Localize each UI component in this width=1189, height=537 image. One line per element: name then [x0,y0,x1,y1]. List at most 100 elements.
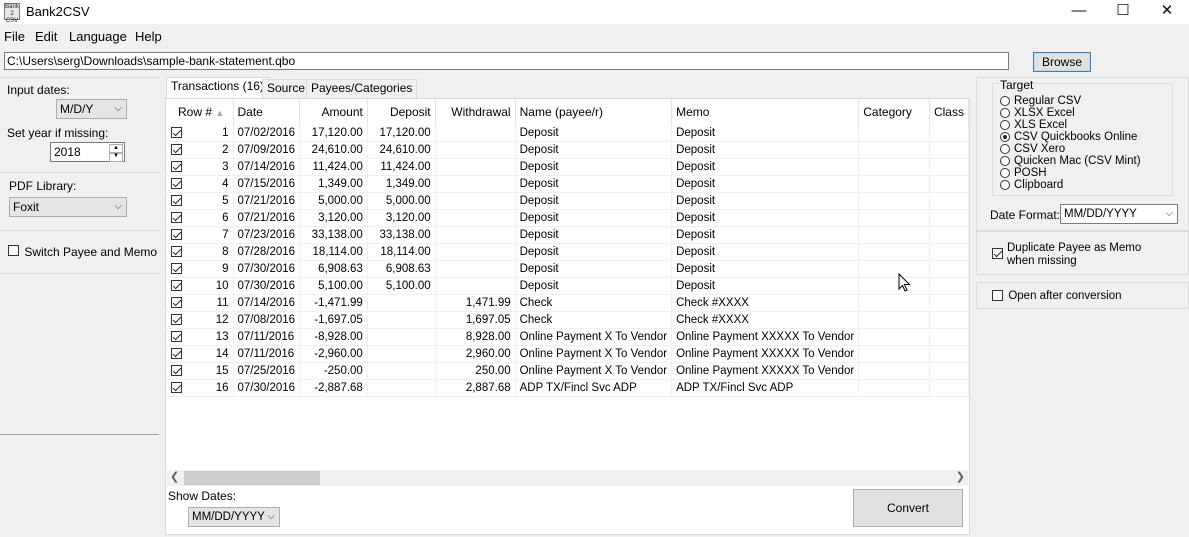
cell-name[interactable]: Online Payment X To Vendor [515,345,673,363]
scroll-right-icon[interactable]: ❯ [956,470,965,483]
cell-class[interactable] [929,226,969,244]
cell-memo[interactable]: Deposit [671,141,860,159]
cell-deposit[interactable] [367,379,436,397]
row-number-cell[interactable]: 5 [166,192,234,210]
switch-payee-memo-checkbox[interactable]: Switch Payee and Memo [8,245,157,259]
cell-name[interactable]: Online Payment X To Vendor [515,362,673,380]
row-number-cell[interactable]: 3 [166,158,234,176]
cell-amount[interactable]: 1,349.00 [299,175,368,193]
row-checkbox[interactable] [171,144,182,155]
spin-down-icon[interactable]: ▼ [109,152,123,162]
table-row[interactable]: 2 07/09/2016 24,610.00 24,610.00 Deposit Depo… [166,141,969,159]
radio-icon[interactable] [1000,132,1010,142]
cell-memo[interactable]: Deposit [671,243,860,261]
cell-date[interactable]: 07/09/2016 [233,141,301,159]
table-row[interactable]: 11 07/14/2016 -1,471.99 1,471.99 Check Check … [166,294,969,312]
cell-withdrawal[interactable] [435,125,516,142]
cell-category[interactable] [858,328,930,346]
row-checkbox[interactable] [171,127,182,138]
cell-class[interactable] [929,243,969,261]
cell-date[interactable]: 07/11/2016 [233,328,301,346]
minimize-button[interactable]: — [1056,0,1102,24]
cell-withdrawal[interactable]: 2,887.68 [435,379,516,397]
maximize-button[interactable]: ☐ [1100,0,1146,24]
cell-withdrawal[interactable] [435,226,516,244]
cell-class[interactable] [929,294,969,312]
cell-date[interactable]: 07/08/2016 [233,311,301,329]
set-year-spinner[interactable]: 2018 ▲ ▼ [50,142,125,162]
cell-amount[interactable]: 33,138.00 [299,226,368,244]
cell-name[interactable]: Deposit [515,226,673,244]
cell-class[interactable] [929,345,969,363]
menu-language[interactable]: Language [69,29,127,44]
table-row[interactable]: 15 07/25/2016 -250.00 250.00 Online Payment … [166,362,969,380]
tab-source[interactable]: Source [262,79,311,98]
checkbox-icon[interactable] [8,245,19,256]
cell-memo[interactable]: Check #XXXX [671,294,860,312]
row-checkbox[interactable] [171,195,182,206]
row-number-cell[interactable]: 11 [166,294,234,312]
target-option[interactable]: XLSX Excel [1000,107,1075,119]
row-number-cell[interactable]: 2 [166,141,234,159]
row-checkbox[interactable] [171,314,182,325]
cell-category[interactable] [858,141,930,159]
cell-deposit[interactable]: 3,120.00 [367,209,436,227]
cell-class[interactable] [929,158,969,176]
radio-icon[interactable] [1000,168,1010,178]
row-number-cell[interactable]: 13 [166,328,234,346]
cell-memo[interactable]: Deposit [671,175,860,193]
cell-category[interactable] [858,226,930,244]
menu-help[interactable]: Help [135,29,162,44]
cell-name[interactable]: Deposit [515,209,673,227]
cell-category[interactable] [858,362,930,380]
row-checkbox[interactable] [171,178,182,189]
cell-deposit[interactable]: 18,114.00 [367,243,436,261]
cell-withdrawal[interactable] [435,141,516,159]
row-checkbox[interactable] [171,297,182,308]
cell-class[interactable] [929,125,969,142]
cell-amount[interactable]: -250.00 [299,362,368,380]
cell-withdrawal[interactable]: 250.00 [435,362,516,380]
row-number-cell[interactable]: 8 [166,243,234,261]
show-dates-select[interactable]: MM/DD/YYYY ⌵ [188,507,280,527]
cell-name[interactable]: Deposit [515,158,673,176]
table-row[interactable]: 8 07/28/2016 18,114.00 18,114.00 Deposit Depo… [166,243,969,261]
cell-category[interactable] [858,277,930,295]
table-row[interactable]: 10 07/30/2016 5,100.00 5,100.00 Deposit Depos… [166,277,969,295]
cell-withdrawal[interactable] [435,158,516,176]
cell-class[interactable] [929,175,969,193]
cell-category[interactable] [858,379,930,397]
menu-edit[interactable]: Edit [35,29,57,44]
checkbox-icon[interactable] [992,248,1003,259]
cell-name[interactable]: ADP TX/Fincl Svc ADP [515,379,673,397]
radio-icon[interactable] [1000,144,1010,154]
col-class[interactable]: Class [929,99,969,125]
cell-memo[interactable]: Online Payment XXXXX To Vendor [671,328,860,346]
cell-name[interactable]: Deposit [515,277,673,295]
cell-name[interactable]: Deposit [515,141,673,159]
cell-withdrawal[interactable]: 1,697.05 [435,311,516,329]
cell-category[interactable] [858,311,930,329]
cell-memo[interactable]: Deposit [671,277,860,295]
cell-amount[interactable]: 5,100.00 [299,277,368,295]
col-name[interactable]: Name (payee/r) [515,99,673,125]
row-checkbox[interactable] [171,212,182,223]
cell-withdrawal[interactable] [435,209,516,227]
cell-date[interactable]: 07/21/2016 [233,209,301,227]
cell-memo[interactable]: Deposit [671,260,860,278]
cell-deposit[interactable] [367,328,436,346]
cell-class[interactable] [929,362,969,380]
col-memo[interactable]: Memo [671,99,860,125]
cell-deposit[interactable] [367,311,436,329]
cell-deposit[interactable]: 24,610.00 [367,141,436,159]
cell-category[interactable] [858,294,930,312]
cell-amount[interactable]: -8,928.00 [299,328,368,346]
cell-date[interactable]: 07/25/2016 [233,362,301,380]
cell-memo[interactable]: Deposit [671,192,860,210]
scroll-left-icon[interactable]: ❮ [170,470,179,483]
table-row[interactable]: 16 07/30/2016 -2,887.68 2,887.68 ADP TX/Finc… [166,379,969,397]
cell-date[interactable]: 07/30/2016 [233,260,301,278]
cell-date[interactable]: 07/14/2016 [233,294,301,312]
cell-category[interactable] [858,125,930,142]
cell-withdrawal[interactable] [435,175,516,193]
